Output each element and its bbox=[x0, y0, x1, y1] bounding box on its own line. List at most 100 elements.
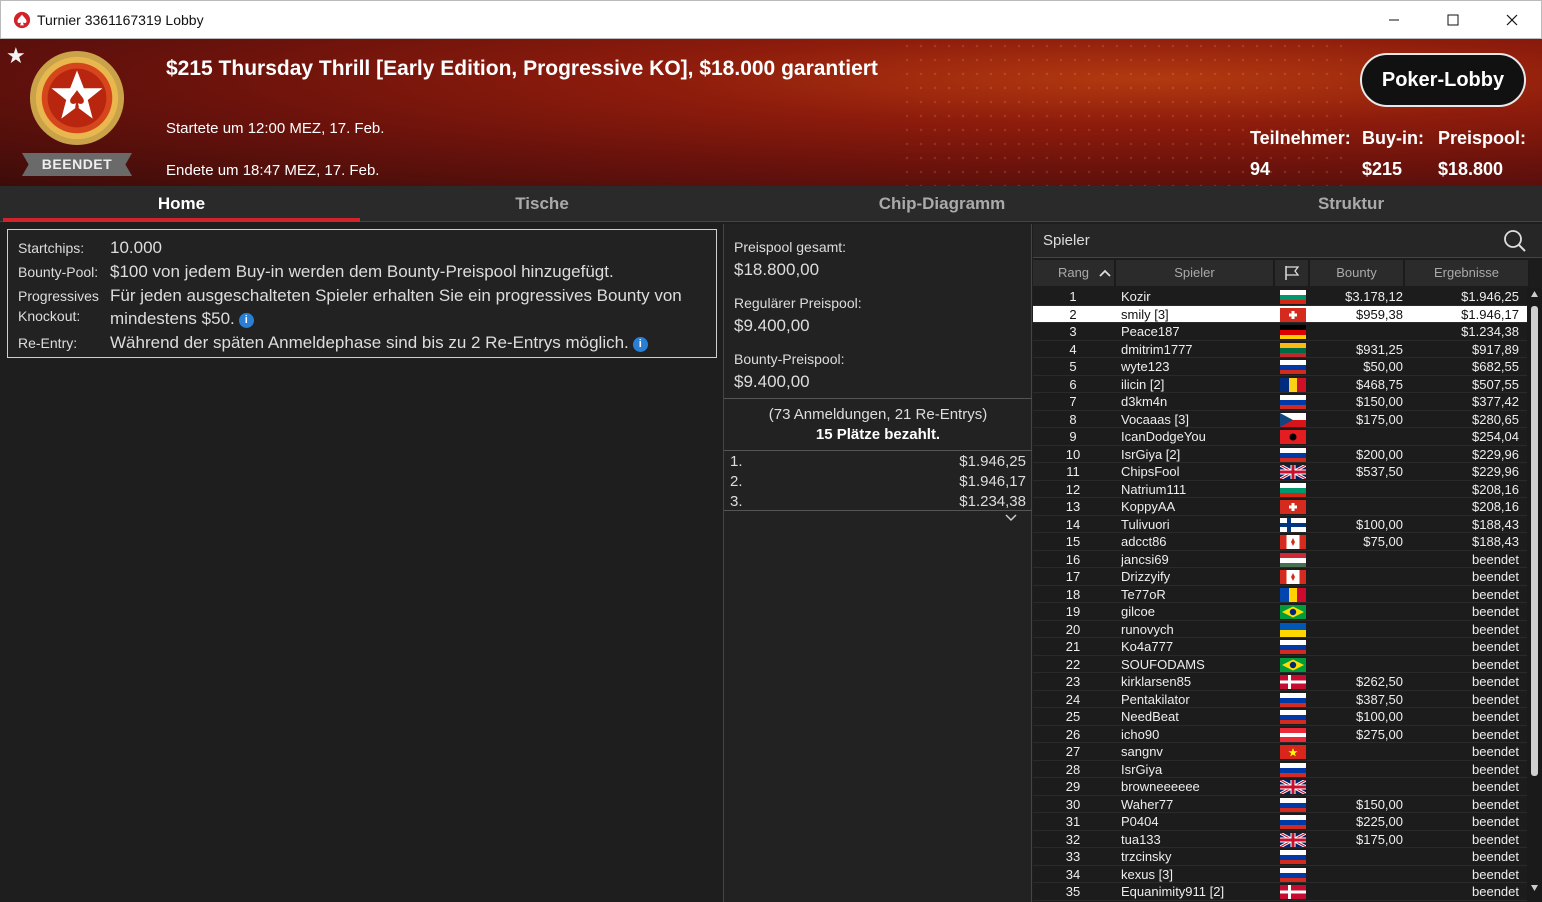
player-row[interactable]: 11 ChipsFool $537,50 $229,96 bbox=[1033, 463, 1527, 481]
player-row[interactable]: 29 browneeeeee beendet bbox=[1033, 778, 1527, 796]
player-result: $254,04 bbox=[1472, 429, 1519, 444]
total-prizepool-label: Preispool gesamt: bbox=[734, 239, 847, 255]
player-row[interactable]: 12 Natrium111 $208,16 bbox=[1033, 481, 1527, 498]
player-row[interactable]: 26 icho90 $275,00 beendet bbox=[1033, 726, 1527, 743]
flag-russia-icon bbox=[1280, 815, 1306, 829]
total-prizepool-value: $18.800,00 bbox=[734, 260, 820, 279]
player-row[interactable]: 9 IcanDodgeYou $254,04 bbox=[1033, 428, 1527, 446]
player-row[interactable]: 13 KoppyAA $208,16 bbox=[1033, 498, 1527, 516]
player-row[interactable]: 25 NeedBeat $100,00 beendet bbox=[1033, 708, 1527, 726]
player-row[interactable]: 17 Drizzyify beendet bbox=[1033, 568, 1527, 586]
player-rank: 34 bbox=[1065, 866, 1081, 882]
player-row[interactable]: 19 gilcoe beendet bbox=[1033, 603, 1527, 621]
player-result: beendet bbox=[1472, 831, 1519, 847]
player-bounty: $100,00 bbox=[1356, 516, 1403, 532]
flag-denmark-icon bbox=[1280, 885, 1306, 899]
favorite-star-icon[interactable]: ★ bbox=[6, 45, 26, 67]
player-row[interactable]: 24 Pentakilator $387,50 beendet bbox=[1033, 691, 1527, 708]
tab-chip-chart[interactable]: Chip-Diagramm bbox=[722, 186, 1162, 222]
column-header-rank[interactable]: Rang bbox=[1033, 260, 1115, 286]
player-rank: 22 bbox=[1065, 656, 1081, 672]
minimize-button[interactable] bbox=[1365, 1, 1423, 39]
flag-bulgaria-icon bbox=[1280, 290, 1306, 304]
pko-value-line2: mindestens $50. i bbox=[110, 309, 254, 329]
player-row[interactable]: 23 kirklarsen85 $262,50 beendet bbox=[1033, 673, 1527, 691]
column-header-player[interactable]: Spieler bbox=[1116, 260, 1274, 286]
player-name: kexus [3] bbox=[1121, 866, 1174, 882]
player-row[interactable]: 4 dmitrim1777 $931,25 $917,89 bbox=[1033, 341, 1527, 358]
player-row[interactable]: 35 Equanimity911 [2] beendet bbox=[1033, 883, 1527, 901]
scroll-up-icon[interactable] bbox=[1530, 290, 1539, 298]
tab-home[interactable]: Home bbox=[3, 186, 360, 222]
player-rank: 21 bbox=[1065, 639, 1081, 654]
player-result: $1.946,25 bbox=[1461, 289, 1519, 304]
player-row[interactable]: 27 sangnv beendet bbox=[1033, 743, 1527, 761]
reentry-value-text: Während der späten Anmeldephase sind bis… bbox=[110, 333, 629, 352]
bounty-pool-label: Bounty-Pool: bbox=[18, 264, 99, 280]
flag-brazil-icon bbox=[1280, 657, 1306, 672]
search-icon[interactable] bbox=[1503, 229, 1527, 253]
player-row[interactable]: 16 jancsi69 beendet bbox=[1033, 551, 1527, 568]
column-header-bounty[interactable]: Bounty bbox=[1310, 260, 1404, 286]
player-result: beendet bbox=[1472, 709, 1519, 724]
spade-logo-icon bbox=[13, 11, 31, 28]
player-row[interactable]: 2 smily [3] $959,38 $1.946,17 bbox=[1033, 305, 1527, 323]
player-row[interactable]: 18 Te77oR beendet bbox=[1033, 586, 1527, 603]
player-row[interactable]: 21 Ko4a777 beendet bbox=[1033, 638, 1527, 656]
player-row[interactable]: 14 Tulivuori $100,00 $188,43 bbox=[1033, 516, 1527, 533]
flag-russia-icon bbox=[1280, 762, 1306, 777]
player-name: runovych bbox=[1121, 621, 1174, 637]
player-result: beendet bbox=[1472, 866, 1519, 882]
player-rank: 27 bbox=[1065, 744, 1081, 759]
player-row[interactable]: 1 Kozir $3.178,12 $1.946,25 bbox=[1033, 288, 1527, 306]
player-row[interactable]: 15 adcct86 $75,00 $188,43 bbox=[1033, 533, 1527, 551]
player-row[interactable]: 22 SOUFODAMS beendet bbox=[1033, 656, 1527, 673]
player-row[interactable]: 28 IsrGiya beendet bbox=[1033, 761, 1527, 778]
maximize-button[interactable] bbox=[1424, 1, 1482, 39]
info-icon[interactable]: i bbox=[632, 337, 648, 352]
divider bbox=[724, 510, 1032, 511]
payout-amount: $1.234,38 bbox=[959, 493, 1026, 510]
window-titlebar: Turnier 3361167319 Lobby bbox=[0, 0, 1542, 39]
column-header-result[interactable]: Ergebnisse bbox=[1405, 260, 1529, 286]
column-header-flag[interactable] bbox=[1275, 260, 1309, 286]
player-row[interactable]: 3 Peace187 $1.234,38 bbox=[1033, 323, 1527, 341]
player-row[interactable]: 20 runovych beendet bbox=[1033, 621, 1527, 638]
player-row[interactable]: 5 wyte123 $50,00 $682,55 bbox=[1033, 358, 1527, 376]
player-row[interactable]: 6 ilicin [2] $468,75 $507,55 bbox=[1033, 376, 1527, 393]
tab-tables[interactable]: Tische bbox=[362, 186, 722, 222]
info-icon[interactable]: i bbox=[238, 313, 254, 328]
player-rank: 33 bbox=[1065, 849, 1081, 864]
chevron-down-icon[interactable] bbox=[1004, 513, 1018, 523]
tournament-header: ★ BEENDET $215 Thursday Thrill [Early Ed… bbox=[0, 39, 1542, 186]
sort-asc-icon bbox=[1099, 269, 1111, 277]
player-row[interactable]: 31 P0404 $225,00 beendet bbox=[1033, 813, 1527, 831]
player-rank: 18 bbox=[1065, 586, 1081, 602]
close-button[interactable] bbox=[1483, 1, 1541, 39]
scrollbar-thumb[interactable] bbox=[1531, 306, 1538, 776]
flag-germany-icon bbox=[1280, 325, 1306, 339]
player-name: Te77oR bbox=[1121, 586, 1166, 602]
player-name: SOUFODAMS bbox=[1121, 656, 1205, 672]
poker-lobby-button[interactable]: Poker-Lobby bbox=[1360, 53, 1526, 107]
player-row[interactable]: 32 tua133 $175,00 beendet bbox=[1033, 831, 1527, 848]
player-row[interactable]: 30 Waher77 $150,00 beendet bbox=[1033, 796, 1527, 813]
player-row[interactable]: 34 kexus [3] beendet bbox=[1033, 866, 1527, 883]
player-bounty: $959,38 bbox=[1356, 306, 1403, 322]
player-row[interactable]: 8 Vocaaas [3] $175,00 $280,65 bbox=[1033, 411, 1527, 428]
flag-united-kingdom-icon bbox=[1280, 780, 1306, 794]
divider bbox=[724, 450, 1032, 451]
player-row[interactable]: 10 IsrGiya [2] $200,00 $229,96 bbox=[1033, 446, 1527, 463]
player-name: icho90 bbox=[1121, 726, 1160, 742]
player-row[interactable]: 7 d3km4n $150,00 $377,42 bbox=[1033, 393, 1527, 411]
scroll-down-icon[interactable] bbox=[1530, 884, 1539, 892]
players-panel: Spieler Rang Spieler Bounty Ergebnisse 1… bbox=[1033, 224, 1542, 902]
player-rank: 20 bbox=[1065, 621, 1081, 637]
player-row[interactable]: 33 trzcinsky beendet bbox=[1033, 848, 1527, 866]
player-rank: 19 bbox=[1065, 604, 1081, 619]
tab-structure[interactable]: Struktur bbox=[1162, 186, 1540, 222]
flag-russia-icon bbox=[1280, 395, 1306, 409]
players-scrollbar[interactable] bbox=[1527, 288, 1542, 902]
start-time: Startete um 12:00 MEZ, 17. Feb. bbox=[166, 120, 385, 137]
player-result: $1.946,17 bbox=[1461, 306, 1519, 322]
